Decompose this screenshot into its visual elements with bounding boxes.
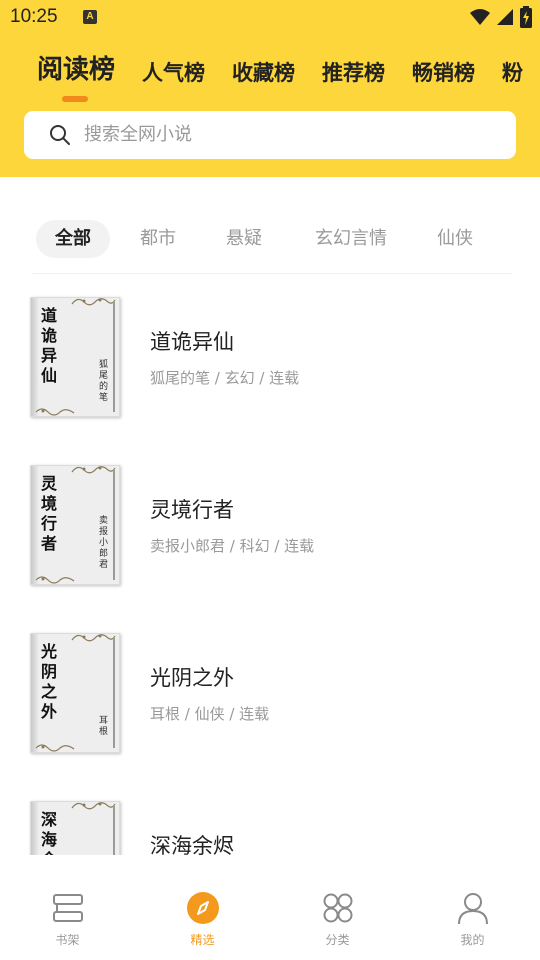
list-item[interactable]: 道诡异仙 狐尾的笔 道诡异仙 狐尾的笔 / 玄幻 / 连载 [0,274,540,442]
ornament-icon [71,802,116,810]
category-mystery[interactable]: 悬疑 [218,220,270,258]
battery-icon [520,6,532,28]
nav-bookshelf[interactable]: 书架 [0,855,135,960]
category-xianxia[interactable]: 仙侠 [429,220,481,258]
tab-indicator [62,96,88,102]
ranking-tabs: 阅读榜 人气榜 收藏榜 推荐榜 畅销榜 粉 [37,50,540,100]
ornament-icon [35,408,75,416]
book-meta: 耳根 / 仙侠 / 连载 [150,705,270,723]
nav-profile[interactable]: 我的 [405,855,540,960]
cover-author: 卖报小郎君 [99,516,109,570]
header: 阅读榜 人气榜 收藏榜 推荐榜 畅销榜 粉 搜索全网小说 [0,36,540,177]
category-filter: 全部 都市 悬疑 玄幻言情 仙侠 [36,220,516,260]
status-bar: 10:25 A [0,0,540,36]
bottom-nav: 书架 精选 分类 我的 [0,855,540,960]
category-fantasy-romance[interactable]: 玄幻言情 [306,220,396,258]
cover-title: 深海余烬 [41,810,58,855]
profile-icon [457,893,488,925]
cover-author: 耳根 [99,716,109,737]
tab-bestseller-rank[interactable]: 畅销榜 [412,53,475,93]
tab-reading-rank[interactable]: 阅读榜 [37,50,115,90]
tab-favorites-rank[interactable]: 收藏榜 [232,53,295,93]
ornament-icon [71,298,116,306]
nav-featured[interactable]: 精选 [135,855,270,960]
book-list: 道诡异仙 狐尾的笔 道诡异仙 狐尾的笔 / 玄幻 / 连载 灵境行者 卖报小郎君… [0,274,540,855]
search-placeholder: 搜索全网小说 [84,124,192,145]
ornament-icon [71,466,116,474]
cover-title: 道诡异仙 [41,306,58,385]
bookshelf-icon [52,894,83,922]
nav-label: 分类 [325,933,350,947]
nav-label: 精选 [190,933,215,947]
book-meta: 卖报小郎君 / 科幻 / 连载 [150,537,315,555]
book-meta: 狐尾的笔 / 玄幻 / 连载 [150,369,300,387]
tab-recommend-rank[interactable]: 推荐榜 [322,53,385,93]
ornament-icon [35,576,75,584]
book-cover: 深海余烬 [30,801,120,855]
tab-fans-rank[interactable]: 粉 [502,53,523,93]
nav-label: 书架 [55,933,80,947]
status-time: 10:25 [10,6,58,27]
list-item[interactable]: 深海余烬 深海余烬 [0,778,540,855]
category-all[interactable]: 全部 [36,220,110,258]
cover-title: 光阴之外 [41,642,58,721]
book-title: 灵境行者 [150,498,234,522]
nav-category[interactable]: 分类 [270,855,405,960]
list-item[interactable]: 光阴之外 耳根 光阴之外 耳根 / 仙侠 / 连载 [0,610,540,778]
category-urban[interactable]: 都市 [132,220,184,258]
tab-popularity-rank[interactable]: 人气榜 [142,53,205,93]
wifi-icon [470,9,490,25]
ornament-icon [71,634,116,642]
book-cover: 光阴之外 耳根 [30,633,120,753]
notification-icon: A [83,10,97,24]
search-icon [50,125,70,145]
search-bar[interactable]: 搜索全网小说 [24,111,516,159]
compass-icon [186,892,219,924]
cover-title: 灵境行者 [41,474,58,553]
book-cover: 道诡异仙 狐尾的笔 [30,297,120,417]
nav-label: 我的 [460,933,485,947]
book-cover: 灵境行者 卖报小郎君 [30,465,120,585]
book-title: 光阴之外 [150,666,234,690]
category-icon [323,893,352,923]
signal-icon [497,9,513,25]
list-item[interactable]: 灵境行者 卖报小郎君 灵境行者 卖报小郎君 / 科幻 / 连载 [0,442,540,610]
status-icons [470,6,532,28]
book-title: 道诡异仙 [150,330,234,354]
cover-author: 狐尾的笔 [99,360,109,403]
ornament-icon [35,744,75,752]
book-title: 深海余烬 [150,834,234,855]
